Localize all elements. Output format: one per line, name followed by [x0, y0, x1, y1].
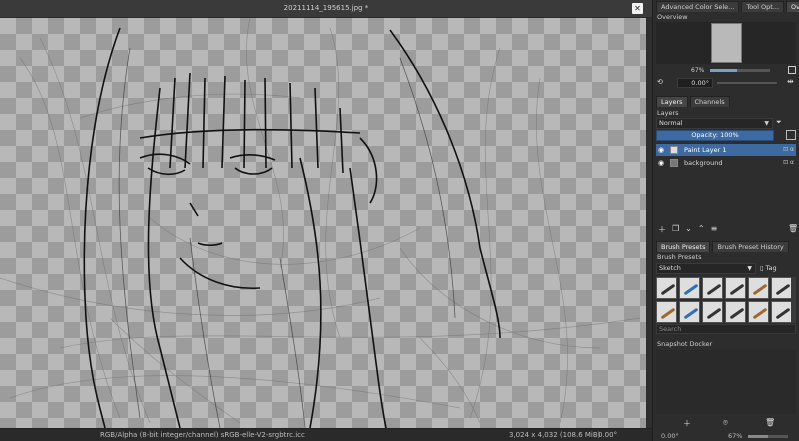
brush-filter-value: Sketch [659, 264, 681, 272]
brush-search-input[interactable]: Search [656, 324, 796, 334]
snapshot-toolbar: ＋ ⌾ 🗑 [653, 418, 799, 430]
brush-grid-scrollbar[interactable] [791, 277, 796, 323]
fit-view-icon[interactable] [788, 66, 796, 74]
canvas-area: 20211114_195615.jpg * ✕ RGB/Alpha (8-bit… [0, 0, 652, 441]
overview-thumbnail[interactable] [711, 23, 742, 63]
overview-zoom-slider[interactable] [710, 69, 770, 72]
blend-mode-value: Normal [659, 119, 683, 127]
filter-icon[interactable]: ⏷ [776, 118, 782, 127]
brush-preset[interactable] [725, 277, 746, 299]
layer-name: Paint Layer 1 [684, 146, 727, 154]
brush-preset[interactable] [748, 277, 769, 299]
brush-preset[interactable] [679, 301, 700, 323]
brush-preset[interactable] [725, 301, 746, 323]
move-down-icon[interactable]: ⌄ [685, 224, 692, 234]
layers-toolbar: ＋ ❐ ⌄ ⌃ ≡ [656, 224, 796, 234]
docker-panel: Advanced Color Sele... Tool Opt... Over.… [652, 0, 799, 441]
dock-status-bar: 0.00° 67% [653, 431, 799, 441]
add-layer-icon[interactable]: ＋ [658, 224, 666, 234]
layer-flags-icon[interactable]: ⊡ α [783, 157, 794, 169]
delete-icon[interactable]: 🗑 [765, 418, 775, 427]
brush-preset[interactable] [656, 277, 677, 299]
zoom-status: 67% [728, 432, 743, 440]
add-snapshot-icon[interactable]: ＋ [683, 418, 691, 429]
brush-preset[interactable] [771, 277, 792, 299]
rotation-slider[interactable] [717, 82, 777, 84]
brush-filter-row: Sketch ▼ ▯ Tag [656, 263, 796, 274]
brush-preset[interactable] [679, 277, 700, 299]
properties-icon[interactable] [786, 130, 796, 140]
blend-mode-row: Normal ▼ ⏷ [656, 118, 796, 129]
eye-icon[interactable]: ◉ [658, 146, 666, 154]
top-docker-tabs: Advanced Color Sele... Tool Opt... Over.… [653, 1, 799, 12]
brush-preset[interactable] [748, 301, 769, 323]
overview-label: Overview [657, 13, 688, 21]
brush-filter-select[interactable]: Sketch ▼ [656, 263, 756, 274]
rotation-status: 0.00° [661, 432, 679, 440]
rotate-icon[interactable]: ⟲ [657, 78, 667, 87]
tab-overview[interactable]: Over... [786, 1, 799, 12]
brush-docker-tabs: Brush Presets Brush Preset History [653, 241, 799, 252]
rotation-status: 0.00° [598, 431, 618, 439]
camera-icon[interactable]: ⌾ [723, 418, 728, 428]
sketch-artwork [0, 18, 641, 428]
overview-zoom-value: 67% [691, 67, 705, 74]
duplicate-icon[interactable]: ❐ [672, 224, 679, 234]
layer-name: background [684, 159, 723, 167]
blend-mode-select[interactable]: Normal ▼ [656, 118, 773, 129]
brush-preset[interactable] [656, 301, 677, 323]
layers-docker-tabs: Layers Channels [653, 96, 799, 107]
opacity-slider[interactable]: Opacity: 100% [656, 130, 774, 141]
snapshot-docker-label: Snapshot Docker [657, 340, 713, 348]
eye-icon[interactable]: ◉ [658, 159, 666, 167]
move-up-icon[interactable]: ⌃ [698, 224, 705, 234]
layer-thumbnail [670, 146, 678, 154]
tag-label: Tag [765, 264, 777, 272]
tab-brush-presets[interactable]: Brush Presets [656, 241, 711, 252]
brush-preset[interactable] [702, 277, 723, 299]
tag-icon: ▯ [760, 264, 764, 272]
image-size-status: 3,024 x 4,032 (108.6 MiB) [509, 431, 601, 439]
chevron-down-icon: ▼ [747, 265, 752, 272]
color-profile-status: RGB/Alpha (8-bit integer/channel) sRGB-e… [100, 431, 305, 439]
tag-button[interactable]: ▯ Tag [760, 263, 784, 274]
layer-row-background[interactable]: ◉ background ⊡ α [656, 157, 796, 169]
snapshot-list[interactable] [656, 350, 796, 414]
document-titlebar: 20211114_195615.jpg * ✕ [0, 0, 652, 18]
tab-channels[interactable]: Channels [689, 96, 730, 107]
delete-icon[interactable]: 🗑 [788, 224, 798, 233]
brush-preset-grid [656, 277, 792, 323]
properties-icon[interactable]: ≡ [711, 224, 718, 234]
mirror-icon[interactable]: ⇹ [787, 77, 794, 86]
status-bar: RGB/Alpha (8-bit integer/channel) sRGB-e… [0, 428, 652, 441]
close-icon[interactable]: ✕ [632, 3, 643, 14]
document-title: 20211114_195615.jpg * [283, 4, 369, 12]
layer-row-paint-layer-1[interactable]: ◉ Paint Layer 1 ⊡ α [656, 144, 796, 156]
tab-brush-preset-history[interactable]: Brush Preset History [712, 241, 789, 252]
rotation-input[interactable]: 0.00° [677, 78, 713, 88]
chevron-down-icon: ▼ [764, 120, 769, 127]
tab-advanced-color-selector[interactable]: Advanced Color Sele... [656, 1, 740, 12]
tab-tool-options[interactable]: Tool Opt... [741, 1, 785, 12]
brush-preset[interactable] [702, 301, 723, 323]
layers-label: Layers [657, 109, 679, 117]
layer-thumbnail [670, 159, 678, 167]
brush-preset[interactable] [771, 301, 792, 323]
drawing-canvas[interactable] [0, 18, 646, 428]
tab-layers[interactable]: Layers [656, 96, 688, 107]
zoom-slider[interactable] [748, 435, 788, 438]
layer-flags-icon[interactable]: ⊡ α [783, 144, 794, 156]
brush-presets-label: Brush Presets [657, 253, 702, 261]
